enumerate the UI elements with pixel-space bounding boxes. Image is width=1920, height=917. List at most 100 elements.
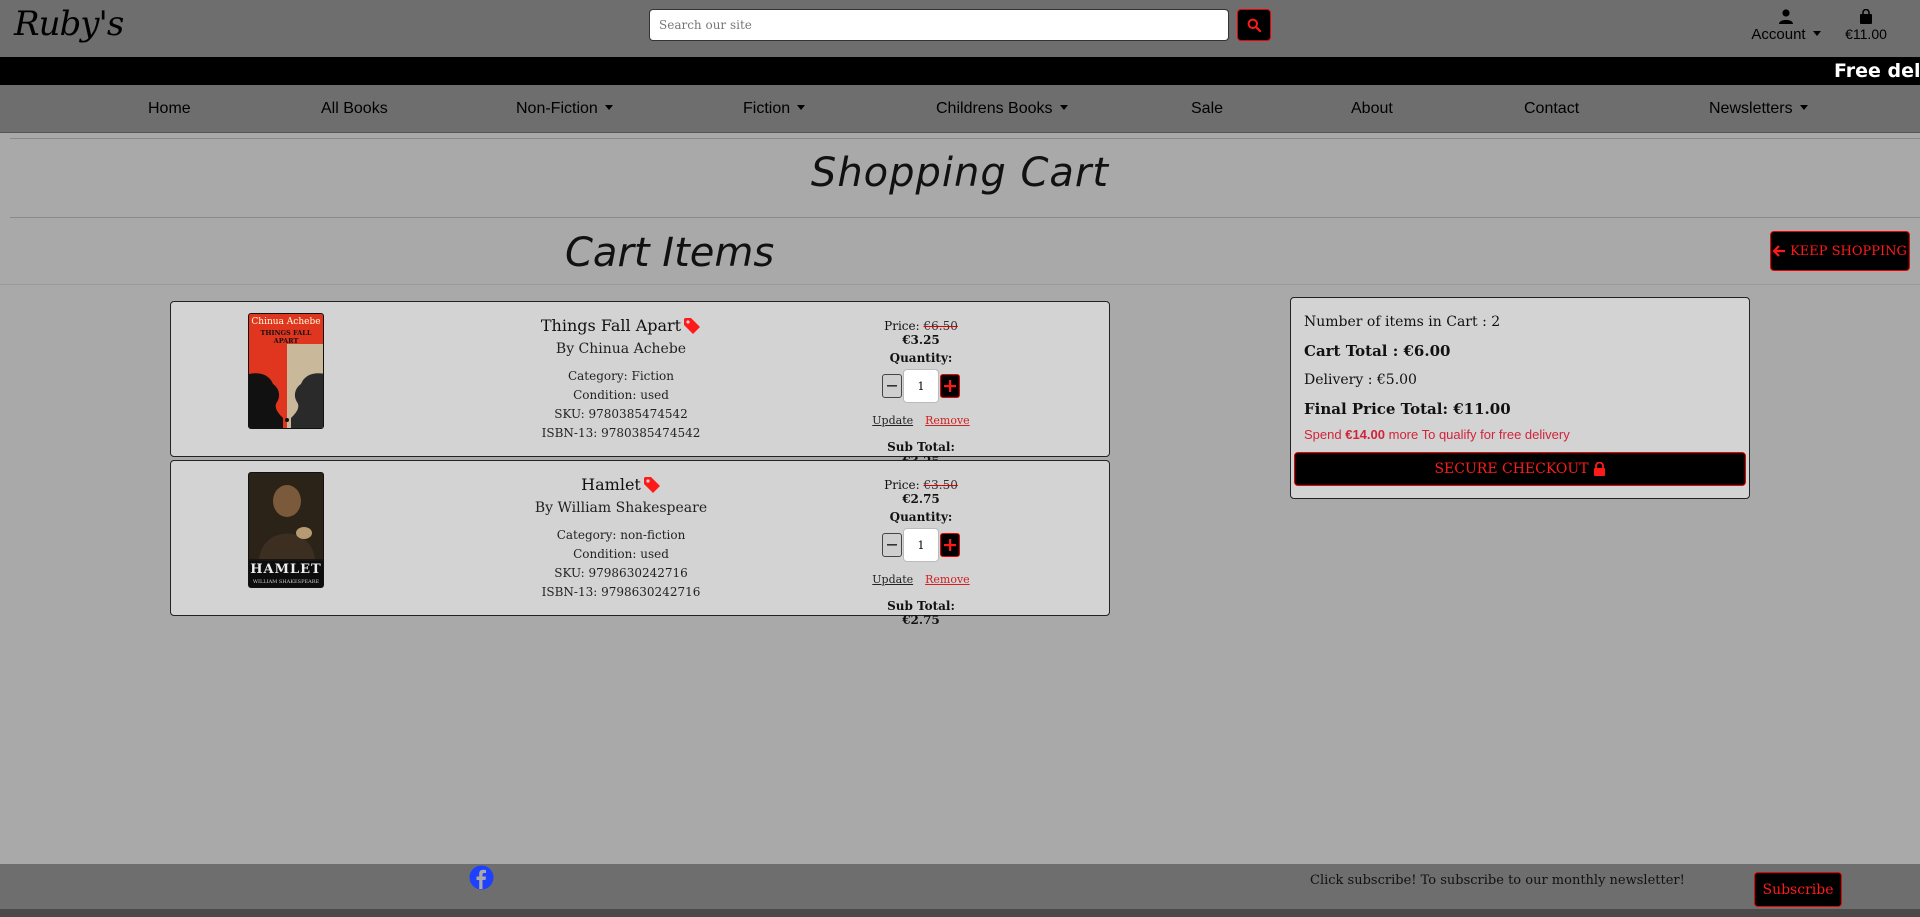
nav-label: Childrens Books: [936, 100, 1053, 117]
quantity-label: Quantity:: [889, 510, 953, 524]
divider: [10, 138, 1920, 139]
plus-icon: [944, 539, 956, 551]
divider: [10, 217, 1920, 218]
cover-art: [249, 473, 323, 559]
arrow-left-icon: [1773, 245, 1786, 257]
item-details: Hamlet By William Shakespeare Category: …: [471, 475, 771, 602]
item-pricing: Price: €6.50 €3.25 Quantity: Update Remo…: [871, 319, 971, 468]
nav-newsletters[interactable]: Newsletters: [1709, 100, 1808, 118]
cart-total: €11.00: [1845, 26, 1887, 42]
item-pricing: Price: €3.50 €2.75 Quantity: Update Remo…: [871, 478, 971, 627]
cover-author: WILLIAM SHAKESPEARE: [252, 579, 320, 585]
remove-link[interactable]: Remove: [925, 414, 970, 427]
secure-checkout-button[interactable]: SECURE CHECKOUT: [1294, 452, 1746, 486]
remove-link[interactable]: Remove: [925, 573, 970, 586]
nav-home[interactable]: Home: [148, 100, 191, 118]
new-price: €2.75: [902, 492, 940, 506]
price-label: Price:: [884, 478, 920, 492]
cart-item: HAMLET WILLIAM SHAKESPEARE Hamlet By Wil…: [170, 460, 1110, 627]
cart-total-line: Cart Total : €6.00: [1304, 342, 1451, 360]
quantity-label: Quantity:: [889, 351, 953, 365]
chevron-down-icon: [604, 105, 613, 110]
cart-item: Chinua Achebe THINGS FALL APART Things F…: [170, 301, 1110, 468]
update-link[interactable]: Update: [872, 573, 913, 586]
facebook-link[interactable]: [469, 865, 494, 894]
item-condition: Condition: used: [573, 547, 669, 561]
item-isbn: ISBN-13: 9780385474542: [541, 426, 701, 440]
nav-label: Non-Fiction: [516, 100, 598, 117]
decrement-button[interactable]: [882, 374, 902, 398]
nav-non-fiction[interactable]: Non-Fiction: [516, 100, 613, 118]
shopping-bag-icon: [1860, 8, 1872, 24]
item-author: By Chinua Achebe: [555, 341, 687, 357]
cover-art: [249, 344, 323, 428]
page-title: Shopping Cart: [810, 150, 1110, 196]
nav-label: Home: [148, 100, 191, 117]
item-price: Price: €6.50 €3.25: [871, 319, 971, 347]
item-sku: SKU: 9798630242716: [554, 566, 688, 580]
price-label: Price:: [884, 319, 920, 333]
quantity-stepper: [871, 528, 971, 562]
item-sku: SKU: 9780385474542: [554, 407, 688, 421]
quantity-input[interactable]: [903, 369, 939, 403]
item-condition: Condition: used: [573, 388, 669, 402]
checkout-label: SECURE CHECKOUT: [1434, 461, 1589, 477]
nav-about[interactable]: About: [1351, 100, 1393, 118]
site-logo[interactable]: Ruby's: [14, 4, 124, 44]
nav-fiction[interactable]: Fiction: [743, 100, 806, 118]
update-link[interactable]: Update: [872, 414, 913, 427]
item-price: Price: €3.50 €2.75: [871, 478, 971, 506]
item-isbn: ISBN-13: 9798630242716: [541, 585, 701, 599]
divider: [0, 284, 1920, 285]
keep-shopping-button[interactable]: KEEP SHOPPING: [1770, 231, 1910, 271]
item-details: Things Fall Apart By Chinua Achebe Categ…: [471, 316, 771, 443]
nav-all-books[interactable]: All Books: [321, 100, 388, 118]
item-title[interactable]: Hamlet: [581, 475, 661, 494]
search-icon: [1247, 18, 1261, 32]
nav-childrens-books[interactable]: Childrens Books: [936, 100, 1068, 118]
main-nav: Home All Books Non-Fiction Fiction Child…: [0, 85, 1920, 133]
decrement-button[interactable]: [882, 533, 902, 557]
item-title[interactable]: Things Fall Apart: [541, 316, 701, 335]
search-bar: [649, 9, 1271, 41]
book-cover[interactable]: HAMLET WILLIAM SHAKESPEARE: [248, 472, 324, 588]
item-author: By William Shakespeare: [534, 500, 708, 516]
quantity-input[interactable]: [903, 528, 939, 562]
old-price: €6.50: [923, 319, 958, 333]
item-subtotal: Sub Total: €2.75: [887, 599, 955, 627]
minus-icon: [887, 544, 897, 546]
banner-text: Free delivery: [1834, 60, 1920, 82]
cart-link[interactable]: €11.00: [1840, 6, 1892, 42]
facebook-icon: [469, 865, 494, 890]
book-cover[interactable]: Chinua Achebe THINGS FALL APART: [248, 313, 324, 429]
item-title-text: Hamlet: [581, 475, 641, 494]
footer-bottom-bar: [0, 909, 1920, 917]
spend-prefix: Spend: [1304, 427, 1342, 442]
section-title: Cart Items: [565, 230, 775, 276]
nav-sale[interactable]: Sale: [1191, 100, 1223, 118]
increment-button[interactable]: [940, 374, 960, 398]
cover-title: THINGS FALL APART: [260, 329, 312, 345]
increment-button[interactable]: [940, 533, 960, 557]
nav-label: All Books: [321, 100, 388, 117]
search-button[interactable]: [1237, 9, 1271, 41]
nav-contact[interactable]: Contact: [1524, 100, 1579, 118]
item-title-text: Things Fall Apart: [540, 316, 682, 335]
delivery-banner: Free delivery: [0, 57, 1920, 85]
item-category: Category: non-fiction: [556, 528, 686, 542]
nav-label: Contact: [1524, 100, 1580, 117]
order-summary: Number of items in Cart : 2 Cart Total :…: [1290, 297, 1750, 499]
free-delivery-notice: Spend €14.00 more To qualify for free de…: [1304, 427, 1736, 442]
spend-suffix: more To qualify for free delivery: [1388, 427, 1570, 442]
old-price: €3.50: [923, 478, 958, 492]
delivery-line: Delivery : €5.00: [1304, 372, 1417, 388]
subscribe-button[interactable]: Subscribe: [1754, 872, 1842, 907]
newsletter-text: Click subscribe! To subscribe to our mon…: [1310, 873, 1685, 888]
minus-icon: [887, 385, 897, 387]
account-menu[interactable]: Account: [1748, 6, 1824, 43]
search-input[interactable]: [649, 9, 1229, 41]
items-count: Number of items in Cart : 2: [1304, 314, 1501, 330]
sale-tag-icon: [643, 476, 660, 493]
new-price: €3.25: [902, 333, 940, 347]
lock-icon: [1593, 462, 1605, 476]
